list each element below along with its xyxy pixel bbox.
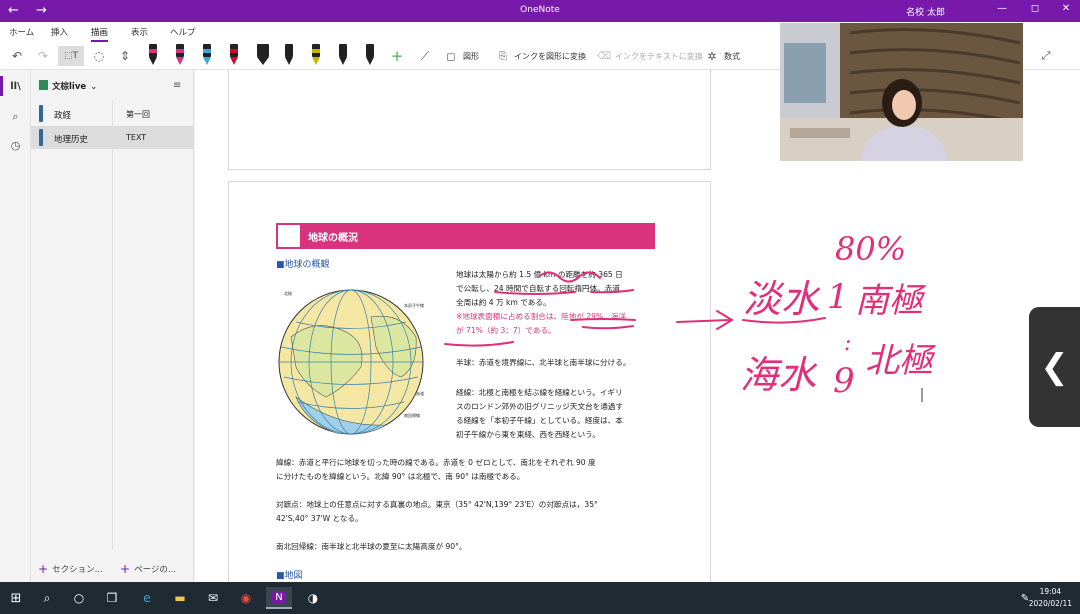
clock[interactable]: 19:04 2020/02/11 <box>1029 586 1072 610</box>
close-button[interactable]: ✕ <box>1056 3 1076 14</box>
add-space-icon[interactable]: ⇕ <box>115 46 135 66</box>
ink-underline <box>444 341 514 347</box>
tab-home[interactable]: ホーム <box>9 26 34 38</box>
section-item[interactable]: 政経 <box>31 102 112 125</box>
page-label: 第一回 <box>126 110 150 119</box>
redo-icon[interactable]: ↷ <box>34 46 52 66</box>
tab-help[interactable]: ヘルプ <box>170 26 196 38</box>
onenote-icon[interactable]: N <box>266 587 292 609</box>
app-icon[interactable]: ◑ <box>302 587 324 609</box>
add-section-label: セクション... <box>52 565 103 575</box>
side-panel-toggle[interactable]: ❮ <box>1029 307 1080 427</box>
pen-7-icon[interactable] <box>336 44 350 68</box>
left-rail: ll\ ⌕ ◷ <box>0 70 31 582</box>
ink-text: 南極 <box>855 281 927 321</box>
pen-3-icon[interactable] <box>200 44 214 68</box>
pane-divider <box>112 100 113 550</box>
ink-text: 9 <box>833 361 855 401</box>
file-explorer-icon[interactable]: ▬ <box>169 587 191 609</box>
pen-band <box>149 49 157 53</box>
ink-to-shape-icon[interactable]: ⎘ <box>495 46 511 66</box>
add-page-label: ページの... <box>134 565 176 575</box>
task-view-icon[interactable]: ❒ <box>101 587 123 609</box>
tab-insert[interactable]: 挿入 <box>51 26 68 38</box>
tab-view[interactable]: 表示 <box>131 26 148 38</box>
fullscreen-icon[interactable]: ⤢ <box>1038 46 1054 66</box>
pen-6-icon[interactable] <box>309 44 323 68</box>
section-color-tab <box>39 129 43 146</box>
section-label: 地理历史 <box>54 135 89 145</box>
ink-to-text-icon: ⌫ <box>596 50 612 62</box>
ink-to-shape-label[interactable]: インクを図形に変換 <box>514 51 586 62</box>
ink-to-text-label: インクをテキストに変換 <box>615 52 703 61</box>
ink-text: 淡水 <box>743 277 821 321</box>
taskbar: ⊞ ⌕ ○ ❒ e ▬ ✉ ◉ N ◑ ✎ 19:04 2020/02/11 <box>0 582 1080 614</box>
title-bar: ← → OneNote 名校 太郎 — ◻ ✕ <box>0 0 1080 22</box>
ink-underline <box>582 325 634 330</box>
math-label[interactable]: 数式 <box>724 51 740 62</box>
pen-band <box>176 49 184 53</box>
mail-icon[interactable]: ✉ <box>202 587 224 609</box>
pen-band <box>203 49 211 53</box>
search-icon[interactable]: ⌕ <box>6 107 25 126</box>
marker-1-icon[interactable] <box>254 44 272 68</box>
math-icon[interactable]: ✲ <box>704 46 720 66</box>
notebook-selector[interactable]: 文棕live ⌄ <box>39 80 97 92</box>
ink-text: 80% <box>835 230 906 268</box>
sort-icon[interactable]: ≡ <box>173 80 181 91</box>
chevron-left-icon: ❮ <box>1040 347 1069 387</box>
section-color-tab <box>39 105 43 122</box>
pen-5-icon[interactable] <box>282 44 296 68</box>
page-item[interactable]: 第一回 <box>112 102 194 125</box>
tab-draw[interactable]: 描画 <box>91 26 109 42</box>
ink-text: 北極 <box>865 341 937 381</box>
ink-text: 1 <box>827 277 849 317</box>
edge-icon[interactable]: e <box>136 587 158 609</box>
pen-2-icon[interactable] <box>173 44 187 68</box>
user-name[interactable]: 名校 太郎 <box>906 5 945 18</box>
page-label: TEXT <box>126 133 147 142</box>
add-pen-icon[interactable]: + <box>388 46 406 66</box>
recent-icon[interactable]: ◷ <box>6 136 25 155</box>
section-label: 政経 <box>54 111 72 121</box>
ink-arrow <box>676 310 734 330</box>
webcam-feed <box>780 23 1023 161</box>
notebook-name: 文棕live <box>52 82 87 92</box>
pen-band <box>230 49 238 53</box>
ink-text: 海水 <box>740 353 818 397</box>
lasso-select-icon[interactable]: ⬚T <box>58 46 84 66</box>
minimize-button[interactable]: — <box>992 3 1012 14</box>
chrome-icon[interactable]: ◉ <box>235 587 257 609</box>
lasso-icon[interactable]: ◌ <box>89 46 109 66</box>
shapes-label[interactable]: 図形 <box>463 51 479 62</box>
search-icon[interactable]: ⌕ <box>36 587 58 609</box>
pen-8-icon[interactable] <box>363 44 377 68</box>
rail-active-indicator <box>0 76 3 96</box>
windows-start-icon[interactable]: ⊞ <box>5 587 27 609</box>
add-page-button[interactable]: + ページの... <box>120 562 176 576</box>
webcam-overlay <box>780 23 1023 161</box>
maximize-button[interactable]: ◻ <box>1025 3 1045 14</box>
clock-date: 2020/02/11 <box>1028 599 1072 608</box>
notebooks-icon[interactable]: ll\ <box>6 77 25 96</box>
ink-wave <box>539 271 601 283</box>
pen-band <box>312 49 320 53</box>
ink-text: : <box>844 331 851 356</box>
navigation-pane: 文棕live ⌄ ≡ 政経 地理历史 第一回 TEXT + セクション... + ペー… <box>31 70 194 582</box>
ink-underline <box>570 318 636 321</box>
ruler-icon[interactable]: ⟋ <box>416 46 434 66</box>
undo-icon[interactable]: ↶ <box>8 46 26 66</box>
cortana-icon[interactable]: ○ <box>68 587 90 609</box>
clock-time: 19:04 <box>1039 587 1062 596</box>
shapes-icon[interactable]: ◻ <box>443 46 459 66</box>
page-item-selected[interactable]: TEXT <box>112 126 194 149</box>
pen-1-icon[interactable] <box>146 44 160 68</box>
add-section-button[interactable]: + セクション... <box>38 562 103 576</box>
ink-underline <box>494 289 634 295</box>
pen-4-icon[interactable] <box>227 44 241 68</box>
notebook-icon <box>39 80 48 90</box>
chevron-down-icon: ⌄ <box>90 82 98 92</box>
